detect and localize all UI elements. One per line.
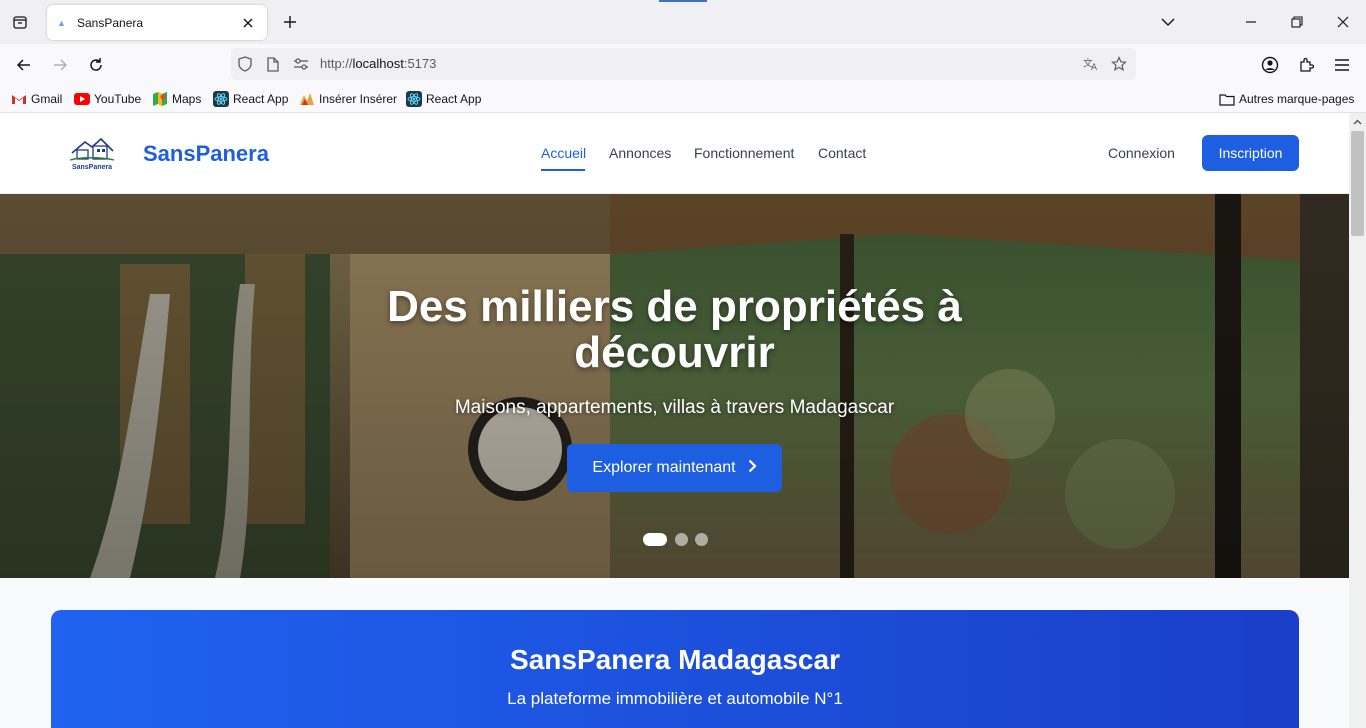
signup-button[interactable]: Inscription: [1202, 135, 1299, 171]
explore-button[interactable]: Explorer maintenant: [567, 444, 782, 492]
bookmark-gmail[interactable]: Gmail: [11, 90, 62, 108]
other-bookmarks-label: Autres marque-pages: [1239, 92, 1355, 106]
bookmark-label: Maps: [172, 92, 202, 106]
hero-background-image: [0, 194, 1349, 578]
promo-subtitle: La plateforme immobilière et automobile …: [507, 689, 843, 708]
bookmark-label: Insérer Insérer: [319, 92, 398, 106]
bookmark-label: React App: [426, 92, 482, 106]
bookmark-label: YouTube: [94, 92, 142, 106]
account-icon[interactable]: [1258, 53, 1282, 77]
bookmark-react-app[interactable]: React App: [213, 90, 288, 108]
site-header: SansPanera SansPanera Accueil Annonces F…: [0, 113, 1349, 194]
hero-carousel: Des milliers de propriétés à découvrir M…: [0, 194, 1349, 578]
login-link[interactable]: Connexion: [1108, 145, 1175, 161]
folder-icon: [1219, 91, 1235, 107]
hero-title: Des milliers de propriétés à découvrir: [387, 282, 962, 377]
promo-banner: SansPanera Madagascar La plateforme immo…: [51, 610, 1299, 728]
nav-annonces[interactable]: Annonces: [609, 145, 671, 161]
url-text[interactable]: http://localhost:5173: [320, 56, 436, 71]
carousel-dot-2[interactable]: [675, 533, 688, 546]
nav-active-indicator: [541, 169, 585, 171]
react-icon: [406, 91, 422, 107]
scroll-up-icon[interactable]: [1349, 113, 1366, 130]
tab-strip-accent: [659, 0, 707, 2]
inserer-icon: [299, 91, 315, 107]
close-window-icon[interactable]: [1333, 12, 1353, 32]
chevron-right-icon: [748, 459, 757, 478]
maps-icon: [152, 91, 168, 107]
page-icon[interactable]: [265, 56, 281, 72]
carousel-dot-3[interactable]: [695, 533, 708, 546]
carousel-dot-1[interactable]: [643, 533, 667, 546]
browser-tab-bar: ▲ SansPanera: [0, 0, 1366, 44]
back-icon[interactable]: [12, 53, 36, 77]
address-bar[interactable]: http://localhost:5173 文A: [231, 48, 1136, 80]
bookmark-react-app-2[interactable]: React App: [406, 90, 481, 108]
promo-title: SansPanera Madagascar: [510, 644, 840, 675]
page-scrollbar[interactable]: [1349, 113, 1366, 728]
tab-list-icon[interactable]: [8, 10, 32, 34]
other-bookmarks[interactable]: Autres marque-pages: [1219, 90, 1354, 108]
permissions-icon[interactable]: [293, 56, 309, 72]
bookmark-label: React App: [233, 92, 289, 106]
bookmark-label: Gmail: [31, 92, 63, 106]
hero-subtitle: Maisons, appartements, villas à travers …: [454, 397, 895, 418]
tab-title: SansPanera: [77, 15, 144, 30]
restore-icon[interactable]: [1287, 12, 1307, 32]
site-favicon-icon: ▲: [57, 17, 66, 28]
shield-icon[interactable]: [237, 56, 253, 72]
bookmark-inserer[interactable]: Insérer Insérer: [299, 90, 397, 108]
site-logo[interactable]: SansPanera: [68, 133, 116, 171]
scrollbar-thumb[interactable]: [1351, 131, 1364, 236]
explore-button-label: Explorer maintenant: [592, 459, 736, 476]
minimize-icon[interactable]: [1241, 12, 1261, 32]
bookmark-youtube[interactable]: YouTube: [74, 90, 141, 108]
svg-text:A: A: [1091, 63, 1097, 72]
brand-name[interactable]: SansPanera: [143, 141, 269, 167]
reload-icon[interactable]: [84, 53, 108, 77]
youtube-icon: [74, 93, 90, 105]
browser-navigation-bar: http://localhost:5173 文A: [0, 44, 1366, 86]
nav-contact[interactable]: Contact: [818, 145, 866, 161]
close-tab-icon[interactable]: [239, 14, 257, 32]
bookmark-star-icon[interactable]: [1111, 56, 1127, 72]
nav-accueil[interactable]: Accueil: [541, 145, 586, 161]
translate-icon[interactable]: 文A: [1083, 56, 1099, 72]
new-tab-icon[interactable]: [280, 12, 300, 32]
gmail-icon: [11, 91, 27, 107]
web-page: SansPanera SansPanera Accueil Annonces F…: [0, 113, 1349, 728]
forward-icon[interactable]: [48, 53, 72, 77]
list-all-tabs-icon[interactable]: [1158, 12, 1178, 32]
menu-icon[interactable]: [1330, 53, 1354, 77]
browser-tab[interactable]: ▲ SansPanera: [47, 5, 267, 40]
nav-fonctionnement[interactable]: Fonctionnement: [694, 145, 794, 161]
react-icon: [213, 91, 229, 107]
extensions-icon[interactable]: [1294, 53, 1318, 77]
bookmark-maps[interactable]: Maps: [152, 90, 201, 108]
logo-text: SansPanera: [72, 164, 112, 171]
bookmarks-bar: Gmail YouTube Maps React App Insérer Ins…: [0, 86, 1366, 113]
